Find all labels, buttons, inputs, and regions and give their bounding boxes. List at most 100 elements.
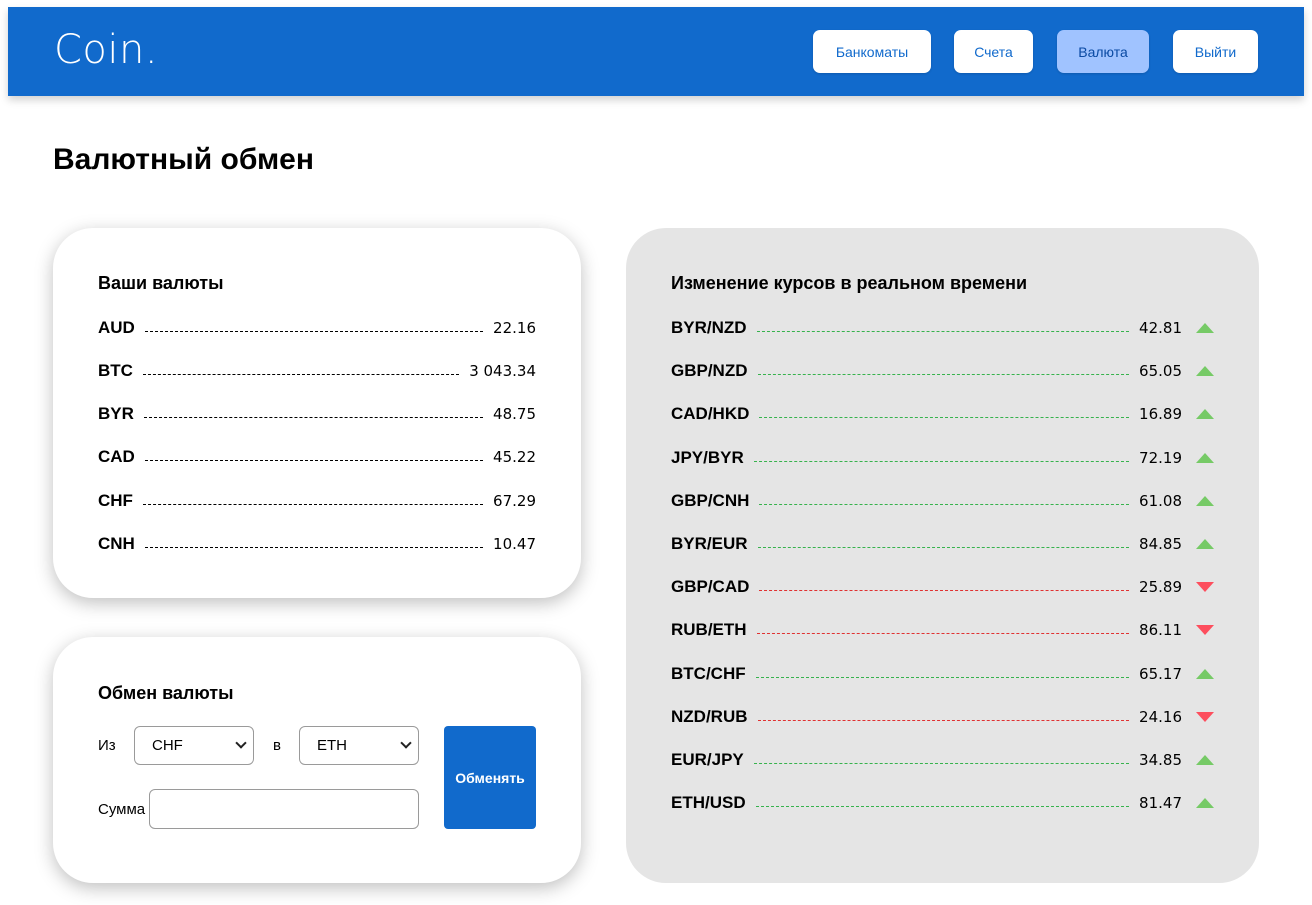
trend-up-icon	[1196, 452, 1214, 463]
chevron-down-icon	[400, 737, 412, 749]
page-title: Валютный обмен	[53, 143, 314, 176]
rate-pair: ETH/USD	[671, 793, 746, 813]
rate-row: NZD/RUB 24.16	[671, 706, 1214, 728]
to-currency-select[interactable]: ETH	[299, 726, 419, 765]
rate-row: BYR/NZD 42.81	[671, 317, 1214, 339]
trend-up-icon	[1196, 495, 1214, 506]
leader-dots	[144, 331, 484, 332]
rate-pair: CAD/HKD	[671, 404, 750, 424]
rate-pair: GBP/NZD	[671, 361, 748, 381]
leader-dots	[144, 547, 484, 548]
rate-pair: JPY/BYR	[671, 447, 744, 467]
to-currency-value: ETH	[317, 737, 347, 754]
leader-dots	[759, 590, 1130, 592]
chevron-down-icon	[235, 737, 247, 749]
rate-pair: BYR/NZD	[671, 318, 747, 337]
trend-up-icon	[1196, 409, 1214, 420]
currency-value: 67.29	[493, 492, 536, 510]
currency-code: CAD	[98, 447, 135, 466]
currency-code: CHF	[98, 491, 133, 510]
leader-dots	[144, 460, 484, 461]
currency-value: 45.22	[493, 448, 536, 466]
currency-row: AUD 22.16	[98, 317, 536, 339]
leader-dots	[753, 763, 1130, 764]
rate-pair: NZD/RUB	[671, 706, 748, 726]
trend-down-icon	[1196, 625, 1214, 636]
rate-value: 84.85	[1139, 535, 1182, 553]
currency-code: AUD	[98, 318, 135, 337]
exchange-card: Обмен валюты Из CHF в ETH Сумма Обменять	[53, 637, 581, 883]
currency-row: CNH 10.47	[98, 533, 536, 555]
leader-dots	[759, 503, 1130, 505]
rate-value: 42.81	[1139, 319, 1182, 337]
from-label: Из	[98, 737, 116, 754]
trend-up-icon	[1196, 798, 1214, 809]
leader-dots	[756, 331, 1130, 332]
currency-row: BTC 3 043.34	[98, 360, 536, 382]
rate-value: 65.05	[1139, 362, 1182, 381]
rate-row: RUB/ETH 86.11	[671, 619, 1214, 641]
rate-value: 65.17	[1139, 664, 1182, 683]
amount-label: Сумма	[98, 801, 146, 818]
rate-value: 16.89	[1139, 405, 1182, 424]
rate-value: 61.08	[1139, 491, 1182, 510]
rates-title: Изменение курсов в реальном времени	[671, 273, 1028, 293]
rate-pair: GBP/CNH	[671, 490, 750, 510]
amount-input[interactable]	[149, 789, 419, 829]
rate-row: ETH/USD 81.47	[671, 792, 1214, 814]
rate-row: EUR/JPY 34.85	[671, 749, 1214, 771]
from-currency-value: CHF	[152, 737, 183, 754]
currency-row: CHF 67.29	[98, 490, 536, 512]
exchange-button[interactable]: Обменять	[444, 726, 536, 829]
rate-value: 24.16	[1139, 707, 1182, 726]
rate-pair: EUR/JPY	[671, 750, 744, 769]
trend-down-icon	[1196, 711, 1214, 722]
exchange-title: Обмен валюты	[98, 683, 234, 703]
rate-value: 81.47	[1139, 794, 1182, 813]
trend-down-icon	[1196, 582, 1214, 593]
rate-pair: BYR/EUR	[671, 534, 748, 553]
nav-atms-button[interactable]: Банкоматы	[813, 30, 931, 73]
trend-up-icon	[1196, 539, 1214, 549]
leader-dots	[757, 719, 1130, 721]
leader-dots	[755, 676, 1130, 678]
leader-dots	[755, 806, 1130, 808]
logo[interactable]: Coin.	[54, 27, 158, 73]
trend-up-icon	[1196, 323, 1214, 333]
trend-up-icon	[1196, 755, 1214, 765]
currency-value: 48.75	[493, 405, 536, 423]
nav-logout-button[interactable]: Выйти	[1173, 30, 1258, 73]
leader-dots	[142, 504, 484, 505]
leader-dots	[756, 633, 1130, 635]
rate-row: GBP/NZD 65.05	[671, 360, 1214, 382]
realtime-rates-card: Изменение курсов в реальном времени BYR/…	[626, 228, 1259, 883]
to-label: в	[273, 737, 281, 754]
rate-row: BYR/EUR 84.85	[671, 533, 1214, 555]
trend-up-icon	[1196, 366, 1214, 377]
currency-code: BTC	[98, 361, 133, 380]
rate-row: BTC/CHF 65.17	[671, 663, 1214, 685]
nav-currency-button[interactable]: Валюта	[1057, 30, 1149, 73]
leader-dots	[757, 374, 1130, 376]
leader-dots	[142, 374, 460, 375]
rate-row: GBP/CAD 25.89	[671, 576, 1214, 598]
from-currency-select[interactable]: CHF	[134, 726, 254, 765]
nav-accounts-button[interactable]: Счета	[954, 30, 1033, 73]
currency-code: CNH	[98, 534, 135, 553]
rate-pair: RUB/ETH	[671, 620, 747, 640]
rate-row: GBP/CNH 61.08	[671, 490, 1214, 512]
rate-value: 86.11	[1139, 621, 1182, 640]
rate-pair: GBP/CAD	[671, 577, 750, 597]
rate-value: 72.19	[1139, 448, 1182, 467]
your-currencies-title: Ваши валюты	[98, 273, 224, 293]
currency-value: 10.47	[493, 535, 536, 553]
leader-dots	[143, 417, 484, 418]
currency-value: 22.16	[493, 319, 536, 337]
leader-dots	[753, 460, 1130, 462]
trend-up-icon	[1196, 668, 1214, 679]
leader-dots	[759, 417, 1130, 419]
app-header: Coin. Банкоматы Счета Валюта Выйти	[8, 7, 1304, 96]
rate-row: CAD/HKD 16.89	[671, 403, 1214, 425]
rate-value: 25.89	[1139, 578, 1182, 597]
leader-dots	[757, 547, 1130, 548]
